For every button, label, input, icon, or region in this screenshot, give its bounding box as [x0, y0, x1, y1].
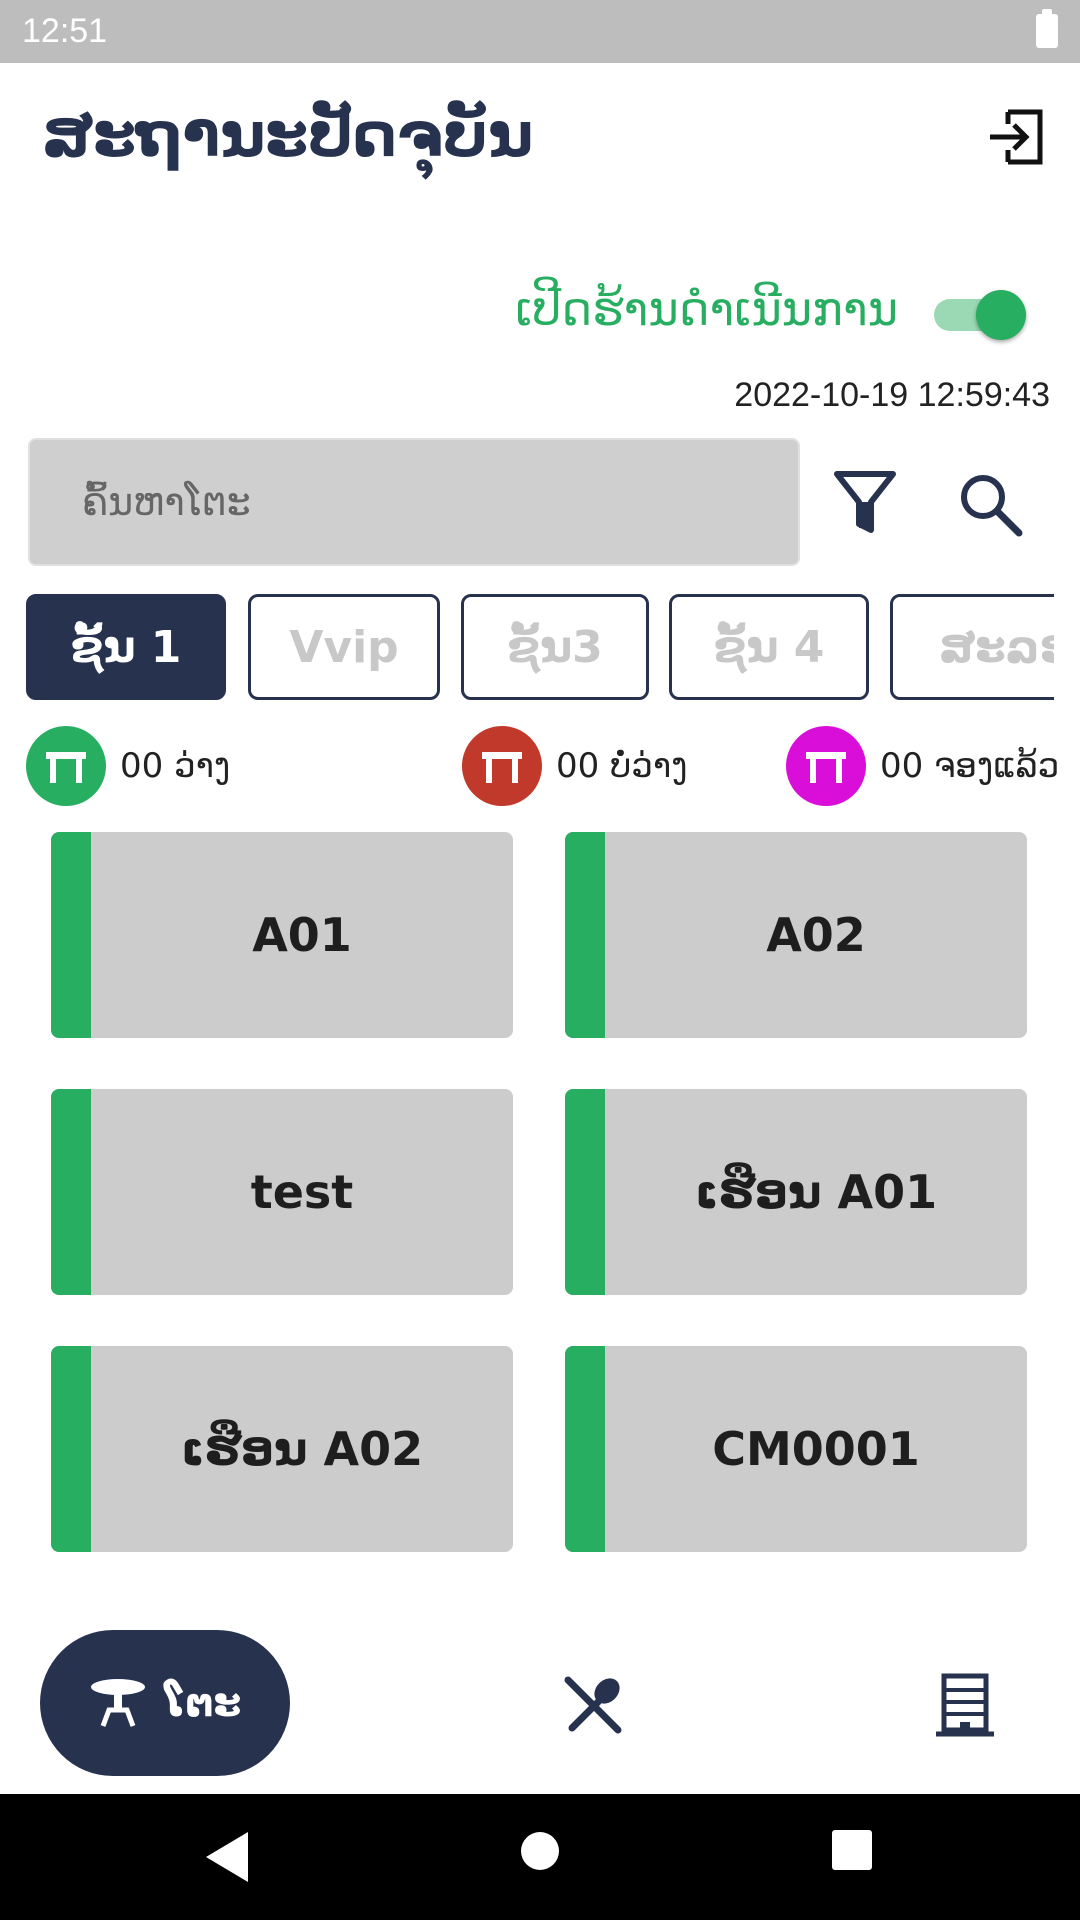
tab-vvip[interactable]: Vvip — [248, 594, 440, 700]
search-icon — [961, 475, 1023, 537]
table-card[interactable]: A02 — [565, 832, 1027, 1038]
table-name: A01 — [252, 908, 352, 962]
floor-tabs: ຊັ້ນ 1 Vvip ຊັ້ນ3 ຊັ້ນ 4 ສະລອ — [26, 594, 1054, 702]
status-stripe — [565, 1089, 605, 1295]
table-status-icon — [462, 726, 542, 806]
back-icon[interactable] — [200, 1828, 254, 1886]
store-open-toggle[interactable] — [930, 288, 1026, 340]
table-name: ເຮືອນ A01 — [694, 1165, 938, 1219]
status-time: 12:51 — [22, 12, 108, 50]
legend-text: 00 ບໍ່ວ່າງ — [556, 746, 688, 786]
page-title: ສະຖານະປັດຈຸບັນ — [42, 98, 534, 171]
table-status-icon — [786, 726, 866, 806]
filter-button[interactable] — [832, 468, 898, 538]
status-stripe — [565, 832, 605, 1038]
status-stripe — [51, 832, 91, 1038]
building-icon — [936, 1673, 994, 1737]
status-stripe — [51, 1346, 91, 1552]
status-stripe — [565, 1346, 605, 1552]
recent-apps-icon[interactable] — [832, 1830, 872, 1870]
home-icon[interactable] — [521, 1832, 559, 1870]
legend-available: 00 ວ່າງ — [26, 726, 230, 806]
filter-icon — [834, 471, 896, 533]
logout-button[interactable] — [986, 106, 1048, 168]
bottom-nav: ໂຕະ — [0, 1620, 1080, 1794]
legend-text: 00 ວ່າງ — [120, 746, 231, 786]
nav-tables-button[interactable]: ໂຕະ — [40, 1630, 290, 1776]
nav-report-button[interactable] — [934, 1672, 996, 1738]
tab-floor-3[interactable]: ຊັ້ນ3 — [461, 594, 649, 700]
table-card[interactable]: CM0001 — [565, 1346, 1027, 1552]
table-icon — [90, 1679, 145, 1727]
search-button[interactable] — [956, 470, 1026, 540]
table-status-icon — [26, 726, 106, 806]
tab-floor-4[interactable]: ຊັ້ນ 4 — [669, 594, 869, 700]
legend-reserved: 00 ຈອງແລ້ວ — [786, 726, 1059, 806]
logout-icon — [990, 109, 1043, 165]
status-bar: 12:51 — [0, 0, 1080, 63]
status-stripe — [51, 1089, 91, 1295]
battery-icon — [1036, 9, 1058, 48]
legend-occupied: 00 ບໍ່ວ່າງ — [462, 726, 688, 806]
system-nav-bar — [0, 1794, 1080, 1920]
table-name: A02 — [766, 908, 866, 962]
table-search-input[interactable] — [28, 438, 800, 566]
table-name: test — [250, 1165, 354, 1219]
table-card[interactable]: ເຮືອນ A02 — [51, 1346, 513, 1552]
legend-text: 00 ຈອງແລ້ວ — [880, 746, 1060, 786]
table-card[interactable]: ເຮືອນ A01 — [565, 1089, 1027, 1295]
table-name: ເຮືອນ A02 — [180, 1422, 424, 1476]
table-card[interactable]: A01 — [51, 832, 513, 1038]
table-card[interactable]: test — [51, 1089, 513, 1295]
current-datetime: 2022-10-19 12:59:43 — [734, 376, 1050, 414]
toggle-thumb — [976, 290, 1026, 340]
tab-floor-1[interactable]: ຊັ້ນ 1 — [26, 594, 226, 700]
table-name: CM0001 — [712, 1422, 920, 1476]
open-store-label: ເປີດຮ້ານດຳເນີນການ — [515, 282, 898, 336]
utensils-icon — [564, 1676, 622, 1734]
nav-tables-label: ໂຕະ — [164, 1680, 242, 1726]
tab-partial[interactable]: ສະລອ — [890, 594, 1054, 700]
nav-menu-button[interactable] — [562, 1674, 624, 1736]
